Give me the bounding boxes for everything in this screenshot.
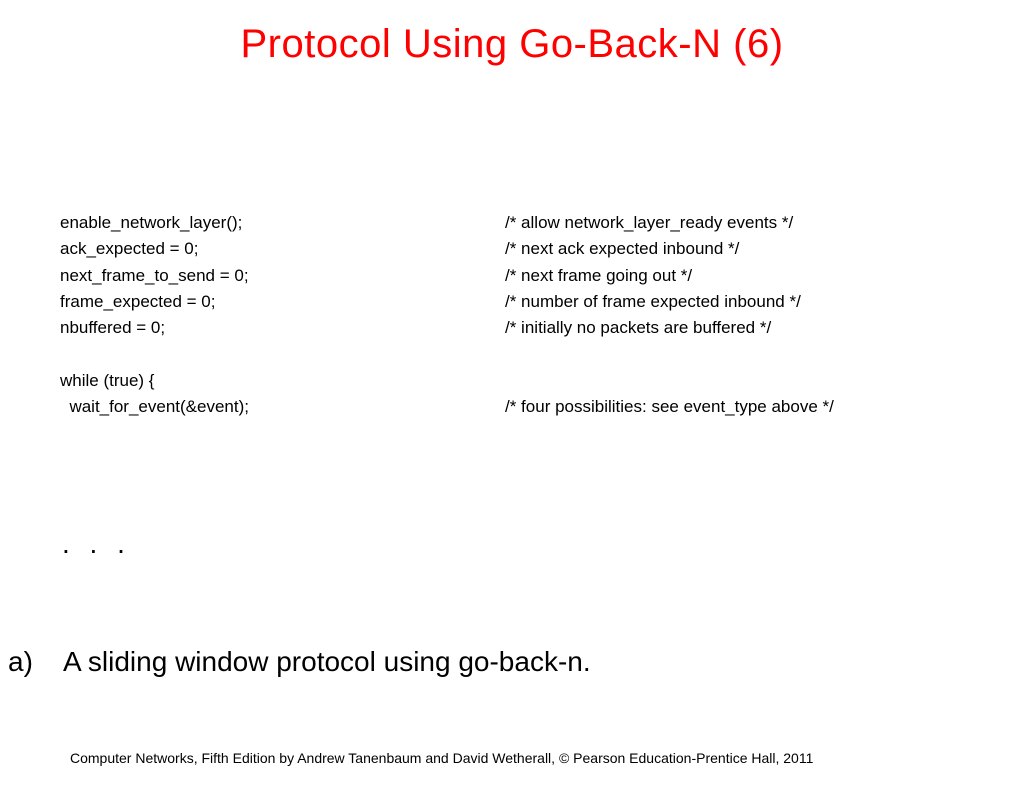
- caption: a) A sliding window protocol using go-ba…: [8, 646, 591, 678]
- code-comment: /* next frame going out */: [505, 263, 692, 289]
- code-row: nbuffered = 0; /* initially no packets a…: [60, 315, 984, 341]
- code-statement: frame_expected = 0;: [60, 289, 505, 315]
- code-statement: while (true) {: [60, 368, 505, 394]
- code-comment: /* number of frame expected inbound */: [505, 289, 801, 315]
- slide-title: Protocol Using Go-Back-N (6): [0, 22, 1024, 67]
- code-statement: next_frame_to_send = 0;: [60, 263, 505, 289]
- code-comment: /* initially no packets are buffered */: [505, 315, 771, 341]
- code-comment: /* next ack expected inbound */: [505, 236, 739, 262]
- caption-letter: a): [8, 646, 63, 678]
- code-row: frame_expected = 0; /* number of frame e…: [60, 289, 984, 315]
- code-row: next_frame_to_send = 0; /* next frame go…: [60, 263, 984, 289]
- code-statement: wait_for_event(&event);: [60, 394, 505, 420]
- ellipsis: . . .: [62, 528, 131, 560]
- code-statement: ack_expected = 0;: [60, 236, 505, 262]
- code-row: while (true) {: [60, 368, 984, 394]
- code-row: ack_expected = 0; /* next ack expected i…: [60, 236, 984, 262]
- code-statement: enable_network_layer();: [60, 210, 505, 236]
- code-comment: /* four possibilities: see event_type ab…: [505, 394, 834, 420]
- footer-citation: Computer Networks, Fifth Edition by Andr…: [70, 750, 984, 766]
- caption-text: A sliding window protocol using go-back-…: [63, 646, 591, 678]
- code-block: enable_network_layer(); /* allow network…: [60, 210, 984, 420]
- code-comment: /* allow network_layer_ready events */: [505, 210, 793, 236]
- code-statement: nbuffered = 0;: [60, 315, 505, 341]
- code-row: enable_network_layer(); /* allow network…: [60, 210, 984, 236]
- code-row: wait_for_event(&event); /* four possibil…: [60, 394, 984, 420]
